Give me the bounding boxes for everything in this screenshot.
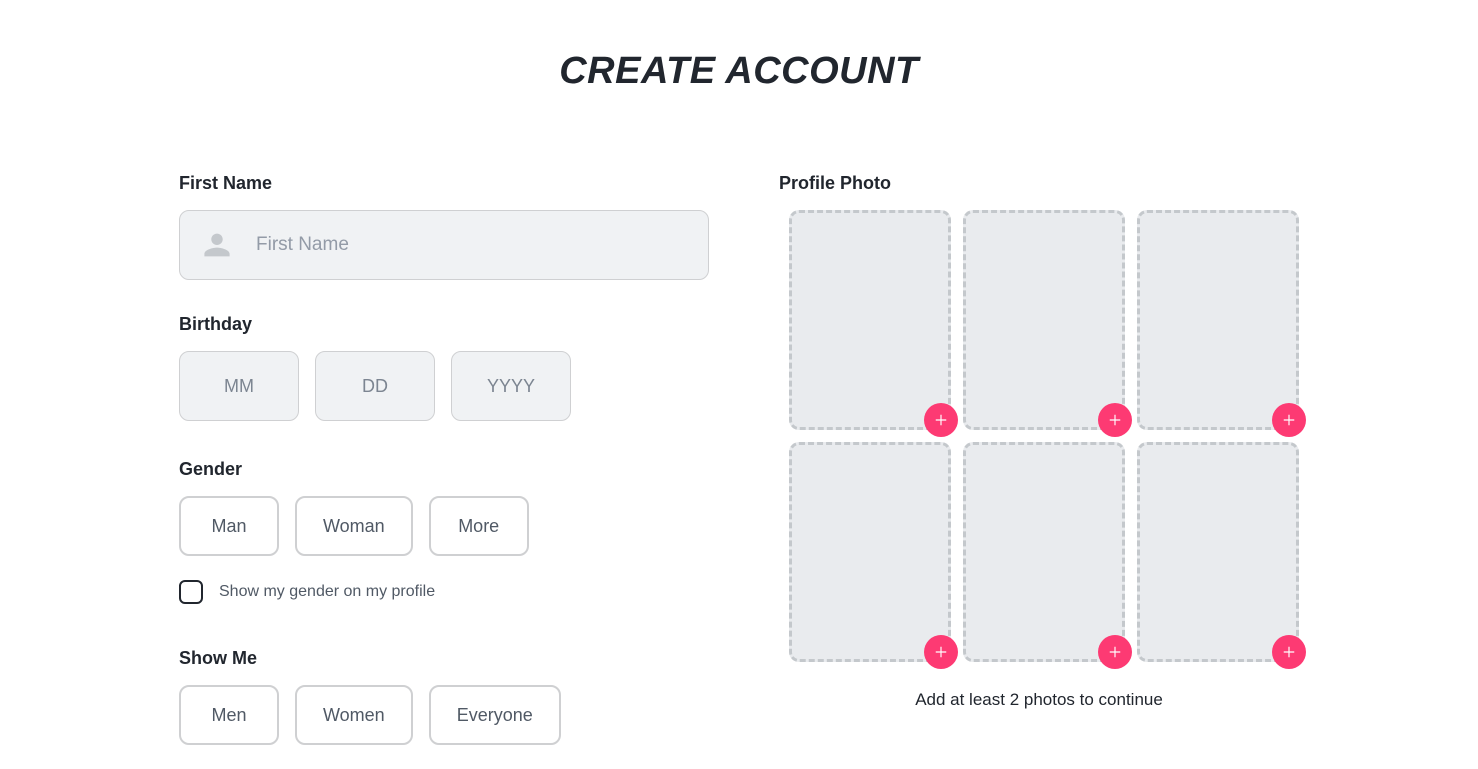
add-photo-button[interactable] [1272,635,1306,669]
add-photo-button[interactable] [924,403,958,437]
gender-option-man[interactable]: Man [179,496,279,556]
photo-slot[interactable] [1137,210,1299,430]
plus-icon [1108,645,1122,659]
show-me-label: Show Me [179,648,709,669]
plus-icon [934,413,948,427]
photo-slot[interactable] [789,442,951,662]
photo-hint: Add at least 2 photos to continue [779,690,1299,710]
add-photo-button[interactable] [924,635,958,669]
gender-option-woman[interactable]: Woman [295,496,413,556]
add-photo-button[interactable] [1272,403,1306,437]
birthday-day-input[interactable] [315,351,435,421]
page-title: CREATE ACCOUNT [0,50,1478,93]
plus-icon [934,645,948,659]
add-photo-button[interactable] [1098,403,1132,437]
first-name-input[interactable] [179,210,709,280]
plus-icon [1282,645,1296,659]
add-photo-button[interactable] [1098,635,1132,669]
birthday-month-input[interactable] [179,351,299,421]
show-gender-label: Show my gender on my profile [219,583,435,601]
birthday-label: Birthday [179,314,709,335]
photo-slot[interactable] [963,442,1125,662]
first-name-label: First Name [179,173,709,194]
show-me-option-men[interactable]: Men [179,685,279,745]
plus-icon [1282,413,1296,427]
gender-option-more[interactable]: More [429,496,529,556]
show-gender-checkbox[interactable] [179,580,203,604]
show-me-option-everyone[interactable]: Everyone [429,685,561,745]
photo-slot[interactable] [963,210,1125,430]
person-icon [203,231,231,259]
show-me-option-women[interactable]: Women [295,685,413,745]
photo-grid [789,210,1299,662]
photo-slot[interactable] [1137,442,1299,662]
photo-slot[interactable] [789,210,951,430]
birthday-year-input[interactable] [451,351,571,421]
profile-photo-label: Profile Photo [779,173,1299,194]
gender-label: Gender [179,459,709,480]
plus-icon [1108,413,1122,427]
